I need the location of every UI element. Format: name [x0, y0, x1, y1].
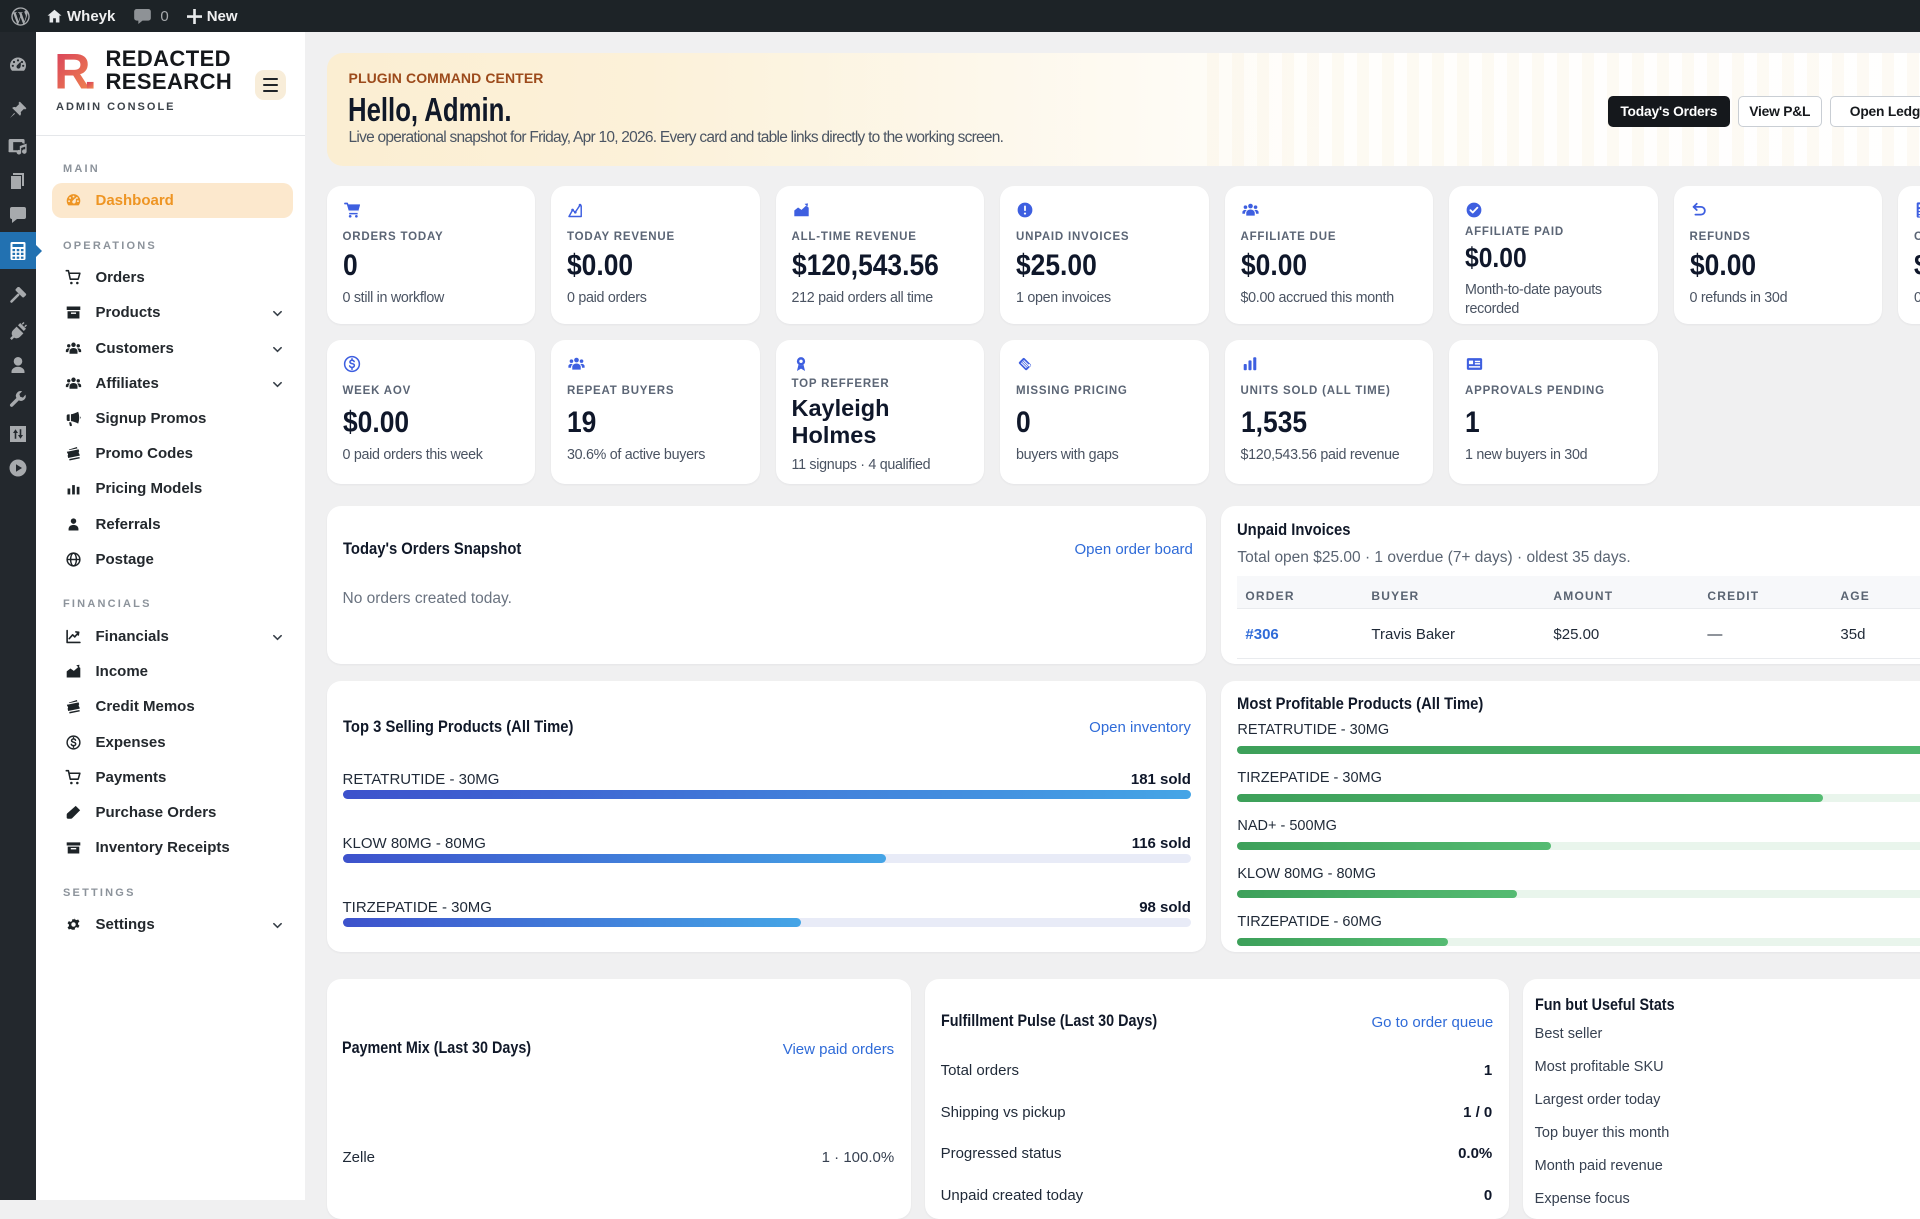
svg-text:R: R: [56, 52, 90, 90]
